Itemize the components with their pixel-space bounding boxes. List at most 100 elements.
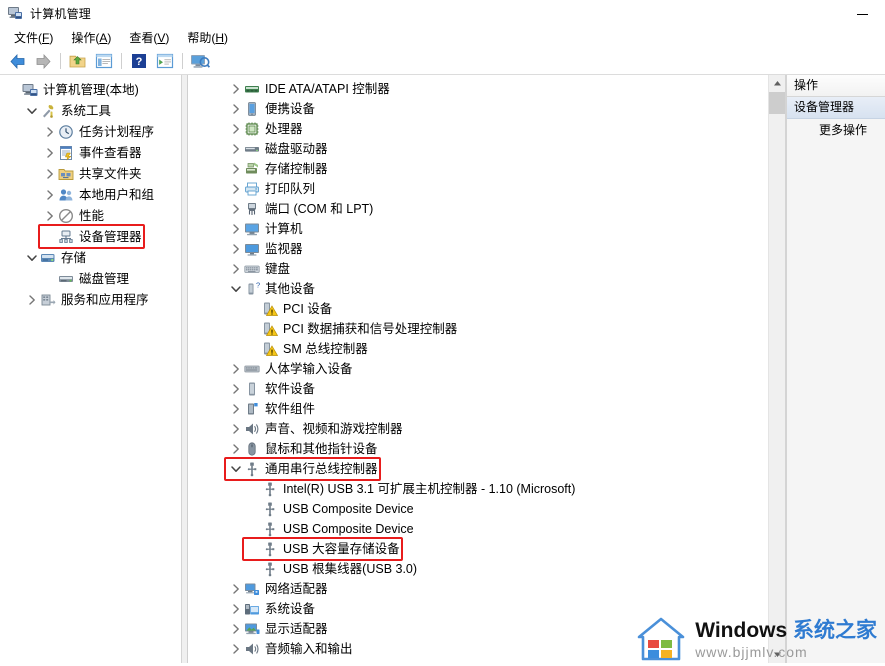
help-icon[interactable]: ? (127, 50, 151, 72)
console-tree-row[interactable]: 性能 (0, 205, 181, 226)
chevron-right-icon[interactable] (228, 161, 244, 177)
actions-pane-subheader: 设备管理器 (787, 97, 885, 119)
chevron-right-icon[interactable] (228, 101, 244, 117)
scan-hardware-changes-icon[interactable] (188, 50, 212, 72)
console-tree-label: 本地用户和组 (79, 185, 154, 205)
device-tree-row[interactable]: IDE ATA/ATAPI 控制器 (188, 79, 785, 99)
console-tree-row[interactable]: 服务和应用程序 (0, 289, 181, 310)
chevron-down-icon[interactable] (24, 103, 40, 119)
chevron-down-icon[interactable] (228, 281, 244, 297)
chevron-right-icon[interactable] (228, 241, 244, 257)
monitor-icon (244, 241, 260, 257)
menu-item-2[interactable]: 操作(A) (62, 27, 120, 48)
device-tree-row[interactable]: 音频输入和输出 (188, 639, 785, 659)
device-tree-row[interactable]: USB 根集线器(USB 3.0) (188, 559, 785, 579)
device-tree-row[interactable]: 处理器 (188, 119, 785, 139)
chevron-right-icon[interactable] (228, 401, 244, 417)
actions-item-more[interactable]: 更多操作 (787, 119, 885, 141)
chevron-down-icon[interactable] (24, 250, 40, 266)
device-tree-row[interactable]: Intel(R) USB 3.1 可扩展主机控制器 - 1.10 (Micros… (188, 479, 785, 499)
chevron-right-icon[interactable] (228, 181, 244, 197)
console-tree-row[interactable]: 事件查看器 (0, 142, 181, 163)
device-tree-row[interactable]: 磁盘驱动器 (188, 139, 785, 159)
scrollbar-track[interactable] (769, 114, 785, 646)
device-tree-row[interactable]: 计算机 (188, 219, 785, 239)
scroll-up-arrow-icon[interactable] (769, 75, 785, 92)
console-tree-row[interactable]: 任务计划程序 (0, 121, 181, 142)
device-tree-row[interactable]: PCI 设备 (188, 299, 785, 319)
device-tree-row[interactable]: USB 大容量存储设备 (188, 539, 785, 559)
up-folder-icon[interactable] (66, 50, 90, 72)
disk-drive-icon (244, 141, 260, 157)
unknown-device-warning-icon (262, 301, 278, 317)
device-tree-row[interactable]: 打印队列 (188, 179, 785, 199)
chevron-right-icon[interactable] (24, 292, 40, 308)
chevron-right-icon[interactable] (228, 641, 244, 657)
minimize-button[interactable] (840, 0, 885, 26)
chevron-right-icon[interactable] (228, 601, 244, 617)
device-tree-scrollbar[interactable] (768, 75, 785, 663)
chevron-right-icon[interactable] (228, 141, 244, 157)
device-tree-row[interactable]: SM 总线控制器 (188, 339, 785, 359)
console-tree-row[interactable]: 本地用户和组 (0, 184, 181, 205)
chevron-right-icon[interactable] (42, 145, 58, 161)
chevron-right-icon[interactable] (42, 166, 58, 182)
scroll-down-arrow-icon[interactable] (769, 646, 785, 663)
device-tree-row[interactable]: 通用串行总线控制器 (188, 459, 785, 479)
chevron-right-icon[interactable] (228, 361, 244, 377)
console-tree-row[interactable]: 系统工具 (0, 100, 181, 121)
device-tree-row[interactable]: USB Composite Device (188, 499, 785, 519)
chevron-right-icon[interactable] (228, 201, 244, 217)
chevron-right-icon[interactable] (228, 81, 244, 97)
properties-icon[interactable] (153, 50, 177, 72)
forward-arrow-icon[interactable] (31, 50, 55, 72)
device-tree-row[interactable]: 便携设备 (188, 99, 785, 119)
chevron-right-icon[interactable] (42, 187, 58, 203)
device-tree-row[interactable]: 软件组件 (188, 399, 785, 419)
console-tree-row[interactable]: 计算机管理(本地) (0, 79, 181, 100)
device-tree-row[interactable]: 人体学输入设备 (188, 359, 785, 379)
device-tree-row[interactable]: 存储控制器 (188, 159, 785, 179)
device-tree-row[interactable]: 键盘 (188, 259, 785, 279)
chevron-right-icon[interactable] (228, 381, 244, 397)
console-tree-pane[interactable]: 计算机管理(本地)系统工具任务计划程序事件查看器共享文件夹本地用户和组性能设备管… (0, 75, 182, 663)
chevron-right-icon[interactable] (228, 621, 244, 637)
chevron-right-icon[interactable] (228, 581, 244, 597)
twisty-spacer (246, 501, 262, 517)
device-tree-row[interactable]: 显示适配器 (188, 619, 785, 639)
chevron-right-icon[interactable] (228, 121, 244, 137)
console-tree-row[interactable]: 设备管理器 (0, 226, 181, 247)
chevron-right-icon[interactable] (42, 124, 58, 140)
device-tree-label: 端口 (COM 和 LPT) (265, 199, 373, 219)
device-tree-label: 鼠标和其他指针设备 (265, 439, 378, 459)
device-tree-row[interactable]: ?其他设备 (188, 279, 785, 299)
back-arrow-icon[interactable] (5, 50, 29, 72)
console-tree-row[interactable]: 磁盘管理 (0, 268, 181, 289)
console-tree-row[interactable]: 存储 (0, 247, 181, 268)
device-tree-row[interactable]: 软件设备 (188, 379, 785, 399)
chevron-right-icon[interactable] (228, 221, 244, 237)
chevron-down-icon[interactable] (228, 461, 244, 477)
scrollbar-thumb[interactable] (769, 92, 785, 114)
chevron-right-icon[interactable] (228, 421, 244, 437)
event-viewer-icon (58, 145, 74, 161)
menu-item-1[interactable]: 文件(F) (5, 27, 62, 48)
device-tree-row[interactable]: 端口 (COM 和 LPT) (188, 199, 785, 219)
chevron-right-icon[interactable] (228, 261, 244, 277)
console-tree-row[interactable]: 共享文件夹 (0, 163, 181, 184)
device-tree-row[interactable]: 监视器 (188, 239, 785, 259)
device-tree-pane[interactable]: IDE ATA/ATAPI 控制器便携设备处理器磁盘驱动器存储控制器打印队列端口… (188, 75, 786, 663)
device-tree-row[interactable]: 声音、视频和游戏控制器 (188, 419, 785, 439)
window-title: 计算机管理 (30, 5, 91, 22)
console-tree-label: 事件查看器 (79, 143, 142, 163)
device-tree-row[interactable]: PCI 数据捕获和信号处理控制器 (188, 319, 785, 339)
chevron-right-icon[interactable] (42, 208, 58, 224)
menu-item-4[interactable]: 帮助(H) (178, 27, 237, 48)
show-hide-console-tree-icon[interactable] (92, 50, 116, 72)
menu-item-3[interactable]: 查看(V) (120, 27, 178, 48)
device-tree-row[interactable]: 系统设备 (188, 599, 785, 619)
device-tree-row[interactable]: 网络适配器 (188, 579, 785, 599)
device-tree-row[interactable]: USB Composite Device (188, 519, 785, 539)
chevron-right-icon[interactable] (228, 441, 244, 457)
device-tree-row[interactable]: 鼠标和其他指针设备 (188, 439, 785, 459)
